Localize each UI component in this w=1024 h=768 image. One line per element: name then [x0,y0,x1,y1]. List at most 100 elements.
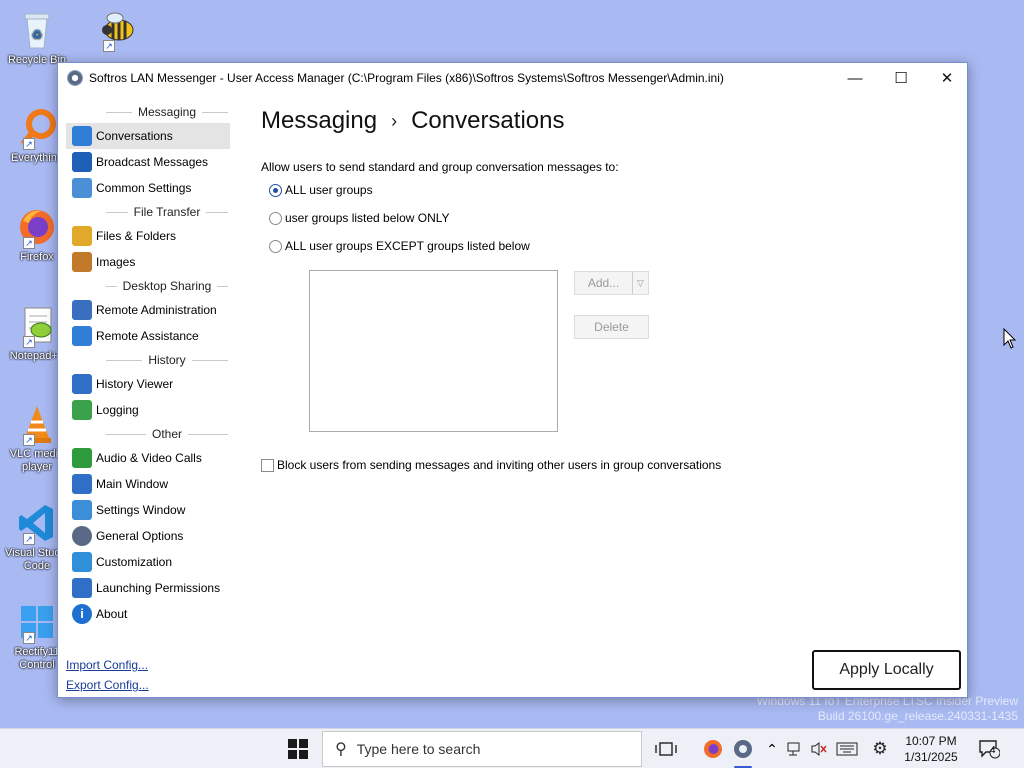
task-view-button[interactable] [648,729,684,768]
sidebar-item-label: Remote Assistance [96,329,199,343]
taskbar-search-input[interactable]: ⚲ Type here to search [322,731,642,767]
title-bar[interactable]: Softros LAN Messenger - User Access Mana… [58,63,967,93]
sidebar-item-remote-administration[interactable]: Remote Administration [66,297,234,323]
windows-logo-icon [288,739,308,759]
broadcast-icon [72,152,92,172]
block-users-label: Block users from sending messages and in… [277,458,722,472]
sidebar-item-remote-assistance[interactable]: Remote Assistance [66,323,234,349]
sidebar-item-audio-video-calls[interactable]: Audio & Video Calls [66,445,234,471]
delete-button[interactable]: Delete [574,315,649,339]
clock-time: 10:07 PM [905,734,957,748]
taskbar-softros-button[interactable] [728,729,758,768]
notification-count-badge: 4 [990,745,996,756]
envelope-gear-icon [72,178,92,198]
sidebar-item-settings-window[interactable]: Settings Window [66,497,234,523]
user-groups-listbox[interactable] [309,270,558,432]
shortcut-arrow-icon: ↗ [23,237,35,249]
sidebar-item-history-viewer[interactable]: History Viewer [66,371,234,397]
sidebar-item-main-window[interactable]: Main Window [66,471,234,497]
taskbar-clock[interactable]: 10:07 PM 1/31/2025 [898,733,964,765]
vlc-cone-icon: ↗ [15,402,59,446]
settings-gear-icon[interactable]: ⚙ [868,729,892,768]
monitor-icon [72,326,92,346]
chevron-down-icon[interactable]: ▽ [632,272,648,294]
sidebar-item-label: Broadcast Messages [96,155,209,169]
search-icon: ⚲ [335,741,347,758]
image-icon [72,252,92,272]
sidebar-item-label: Launching Permissions [96,581,221,595]
apply-locally-button[interactable]: Apply Locally [812,650,961,690]
sidebar-item-images[interactable]: Images [66,249,234,275]
start-button[interactable] [278,729,318,768]
notification-center-button[interactable]: 4 [974,729,1004,768]
watermark-build: Build 26100.ge_release.240331-1435 [817,709,1018,723]
sidebar-item-label: Images [96,255,136,269]
sidebar-item-label: Files & Folders [96,229,177,243]
shortcut-arrow-icon: ↗ [23,138,35,150]
add-button[interactable]: Add... ▽ [574,271,649,295]
radio-all-user-groups[interactable]: ALL user groups [269,183,373,197]
settings-window-icon [72,500,92,520]
firefox-icon [704,740,722,758]
radio-all-except-listed[interactable]: ALL user groups EXCEPT groups listed bel… [269,239,530,253]
minimize-button[interactable]: — [832,63,878,93]
add-button-label: Add... [587,276,620,290]
sidebar-item-common-settings[interactable]: Common Settings [66,175,234,201]
radio-listed-groups-only[interactable]: user groups listed below ONLY [269,211,450,225]
launch-permissions-icon [72,578,92,598]
page-title: Conversations [411,107,565,134]
sidebar-item-broadcast-messages[interactable]: Broadcast Messages [66,149,234,175]
admin-user-icon [72,300,92,320]
breadcrumb-section: Messaging [261,107,378,134]
breadcrumb: Messaging › Conversations [261,107,564,135]
maximize-button[interactable]: ☐ [878,63,924,93]
shortcut-arrow-icon: ↗ [103,40,115,52]
sidebar-item-general-options[interactable]: General Options [66,523,234,549]
window-icon [72,474,92,494]
desktop-icon-bee-app[interactable]: ↗ [84,8,150,54]
bee-icon: ↗ [95,8,139,52]
windows-build-watermark: Windows 11 IoT Enterprise LTSC Insider P… [757,694,1018,724]
sidebar-item-label: Customization [96,555,173,569]
folder-icon [72,226,92,246]
network-icon[interactable] [784,729,806,768]
sidebar-item-files-folders[interactable]: Files & Folders [66,223,234,249]
sidebar-item-label: About [96,607,128,621]
rectify11-icon: ↗ [15,600,59,644]
sidebar-item-about[interactable]: i About [66,601,234,627]
close-button[interactable]: ✕ [924,63,970,93]
sidebar-nav: Messaging Conversations Broadcast Messag… [66,101,234,627]
sidebar-item-conversations[interactable]: Conversations [66,123,230,149]
volume-muted-icon[interactable] [808,729,830,768]
radio-button[interactable] [269,239,282,253]
sidebar-item-customization[interactable]: Customization [66,549,234,575]
sidebar-item-label: Common Settings [96,181,192,195]
radio-button-checked[interactable] [269,183,282,197]
chat-bubbles-icon [72,126,92,146]
import-config-link[interactable]: Import Config... [66,655,149,675]
block-users-checkbox[interactable] [261,458,274,472]
svg-text:♻: ♻ [32,28,43,42]
sidebar-item-label: Main Window [96,477,169,491]
recycle-bin-icon: ♻ [15,8,59,52]
radio-label: user groups listed below ONLY [285,211,450,225]
gear-icon [72,526,92,546]
permission-prompt: Allow users to send standard and group c… [261,160,619,174]
radio-button[interactable] [269,211,282,225]
group-header-file-transfer: File Transfer [66,201,234,223]
app-window: Softros LAN Messenger - User Access Mana… [57,62,968,698]
video-call-icon [72,448,92,468]
sidebar-item-label: Conversations [96,129,173,143]
mouse-pointer-icon [1003,327,1017,353]
export-config-link[interactable]: Export Config... [66,675,149,695]
sidebar-item-logging[interactable]: Logging [66,397,234,423]
block-users-checkbox-row[interactable]: Block users from sending messages and in… [261,458,721,472]
sidebar-item-launching-permissions[interactable]: Launching Permissions [66,575,234,601]
show-hidden-icons-chevron-up-icon[interactable]: ⌃ [762,729,782,768]
sidebar-item-label: Audio & Video Calls [96,451,202,465]
taskbar-firefox-button[interactable] [696,729,730,768]
group-header-desktop-sharing: Desktop Sharing [66,275,234,297]
task-view-icon [655,742,677,756]
touch-keyboard-icon[interactable] [834,729,860,768]
info-icon: i [72,604,92,624]
